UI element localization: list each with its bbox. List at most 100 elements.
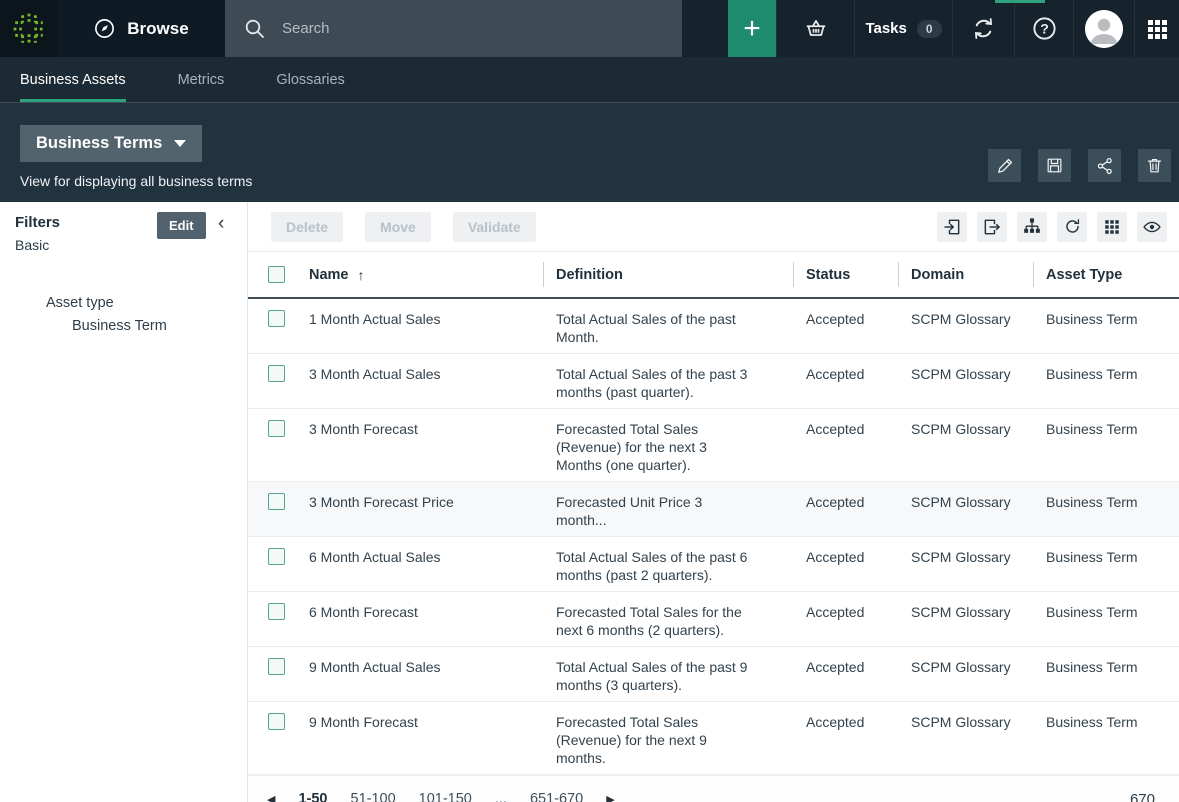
column-header-domain[interactable]: Domain <box>898 252 1033 297</box>
help-button[interactable]: ? <box>1014 0 1073 57</box>
move-button[interactable]: Move <box>365 212 431 242</box>
page-range-651-670[interactable]: 651-670 <box>530 791 583 802</box>
row-checkbox[interactable] <box>268 658 285 675</box>
page-range-101-150[interactable]: 101-150 <box>419 791 472 802</box>
view-visibility-button[interactable] <box>1137 212 1167 242</box>
hierarchy-button[interactable] <box>1017 212 1047 242</box>
edit-view-button[interactable] <box>988 149 1021 182</box>
asset-name-link[interactable]: 9 Month Forecast <box>296 702 543 774</box>
asset-type-cell: Business Term <box>1033 409 1179 481</box>
table-body: 1 Month Actual Sales Total Actual Sales … <box>248 299 1179 775</box>
asset-name-link[interactable]: 3 Month Forecast <box>296 409 543 481</box>
row-checkbox[interactable] <box>268 420 285 437</box>
definition-cell: Forecasted Unit Price 3 month... <box>543 482 793 536</box>
definition-cell: Total Actual Sales of the past 3 months … <box>543 354 793 408</box>
asset-name-link[interactable]: 6 Month Actual Sales <box>296 537 543 591</box>
domain-cell: SCPM Glossary <box>898 299 1033 353</box>
domain-cell: SCPM Glossary <box>898 354 1033 408</box>
create-asset-button[interactable]: + <box>728 0 776 57</box>
previous-page-icon[interactable]: ◀ <box>267 793 275 802</box>
validate-button[interactable]: Validate <box>453 212 536 242</box>
asset-type-cell: Business Term <box>1033 354 1179 408</box>
refresh-icon <box>1063 217 1082 236</box>
tab-business-assets[interactable]: Business Assets <box>20 57 126 102</box>
domain-cell: SCPM Glossary <box>898 482 1033 536</box>
asset-name-link[interactable]: 9 Month Actual Sales <box>296 647 543 701</box>
apps-grid-icon <box>1145 17 1169 41</box>
asset-name-link[interactable]: 6 Month Forecast <box>296 592 543 646</box>
search-input[interactable] <box>282 20 612 37</box>
import-button[interactable] <box>937 212 967 242</box>
row-checkbox[interactable] <box>268 603 285 620</box>
column-header-asset-type[interactable]: Asset Type <box>1033 252 1179 297</box>
column-header-name[interactable]: Name ↑ <box>296 252 543 297</box>
tasks-label: Tasks <box>865 20 906 37</box>
column-header-status[interactable]: Status <box>793 252 898 297</box>
table-row: 9 Month Actual Sales Total Actual Sales … <box>248 647 1179 702</box>
definition-cell: Forecasted Total Sales for the next 6 mo… <box>543 592 793 646</box>
browse-button[interactable]: Browse <box>57 0 225 57</box>
row-checkbox[interactable] <box>268 310 285 327</box>
table-header: Name ↑ Definition Status Domain Asset Ty… <box>248 252 1179 299</box>
user-menu-button[interactable] <box>1073 0 1134 57</box>
collapse-sidebar-icon[interactable]: ‹ <box>218 212 224 236</box>
delete-button[interactable]: Delete <box>271 212 343 242</box>
definition-cell: Forecasted Total Sales (Revenue) for the… <box>543 409 793 481</box>
row-checkbox[interactable] <box>268 713 285 730</box>
plus-icon: + <box>743 12 761 46</box>
column-header-definition[interactable]: Definition <box>543 252 793 297</box>
refresh-button[interactable] <box>1057 212 1087 242</box>
asset-name-link[interactable]: 3 Month Actual Sales <box>296 354 543 408</box>
status-cell: Accepted <box>793 409 898 481</box>
tasks-button[interactable]: Tasks 0 <box>854 0 952 57</box>
column-label: Domain <box>911 267 964 283</box>
collibra-logo[interactable] <box>0 0 57 57</box>
secondary-navigation: Business Assets Metrics Glossaries <box>0 57 1179 103</box>
asset-type-cell: Business Term <box>1033 537 1179 591</box>
header-checkbox-cell <box>248 266 296 283</box>
column-label: Status <box>806 267 850 283</box>
share-icon <box>1095 156 1115 176</box>
save-view-button[interactable] <box>1038 149 1071 182</box>
asset-type-cell: Business Term <box>1033 592 1179 646</box>
basket-button[interactable] <box>776 0 854 57</box>
grid-view-button[interactable] <box>1097 212 1127 242</box>
next-page-icon[interactable]: ▶ <box>606 793 614 802</box>
total-count: 670 <box>1130 791 1155 802</box>
asset-name-link[interactable]: 3 Month Forecast Price <box>296 482 543 536</box>
content-area: Filters Basic Edit ‹ Asset type Business… <box>0 202 1179 802</box>
share-view-button[interactable] <box>1088 149 1121 182</box>
asset-name-link[interactable]: 1 Month Actual Sales <box>296 299 543 353</box>
row-checkbox[interactable] <box>268 365 285 382</box>
apps-grid-button[interactable] <box>1134 0 1179 57</box>
column-label: Name <box>309 267 349 283</box>
select-all-checkbox[interactable] <box>268 266 285 283</box>
status-cell: Accepted <box>793 354 898 408</box>
trash-icon <box>1145 156 1164 175</box>
domain-cell: SCPM Glossary <box>898 592 1033 646</box>
tab-metrics[interactable]: Metrics <box>178 57 225 102</box>
tasks-count-badge: 0 <box>917 20 942 38</box>
page-range-1-50[interactable]: 1-50 <box>298 791 327 802</box>
domain-cell: SCPM Glossary <box>898 702 1033 774</box>
table-panel: Delete Move Validate <box>248 202 1179 802</box>
row-checkbox[interactable] <box>268 548 285 565</box>
status-cell: Accepted <box>793 299 898 353</box>
view-selector-button[interactable]: Business Terms <box>20 125 202 162</box>
import-icon <box>942 217 962 237</box>
view-actions <box>988 149 1171 182</box>
row-checkbox[interactable] <box>268 493 285 510</box>
export-button[interactable] <box>977 212 1007 242</box>
help-icon: ? <box>1031 15 1058 42</box>
filter-value-business-term[interactable]: Business Term <box>0 315 247 338</box>
page-range-51-100[interactable]: 51-100 <box>351 791 396 802</box>
tab-glossaries[interactable]: Glossaries <box>276 57 345 102</box>
sync-button[interactable] <box>952 0 1014 57</box>
edit-filters-button[interactable]: Edit <box>157 212 206 239</box>
page-title: Business Terms <box>36 134 162 153</box>
topbar-spacer <box>682 0 728 57</box>
table-row: 6 Month Forecast Forecasted Total Sales … <box>248 592 1179 647</box>
status-cell: Accepted <box>793 482 898 536</box>
delete-view-button[interactable] <box>1138 149 1171 182</box>
global-search <box>225 0 682 57</box>
